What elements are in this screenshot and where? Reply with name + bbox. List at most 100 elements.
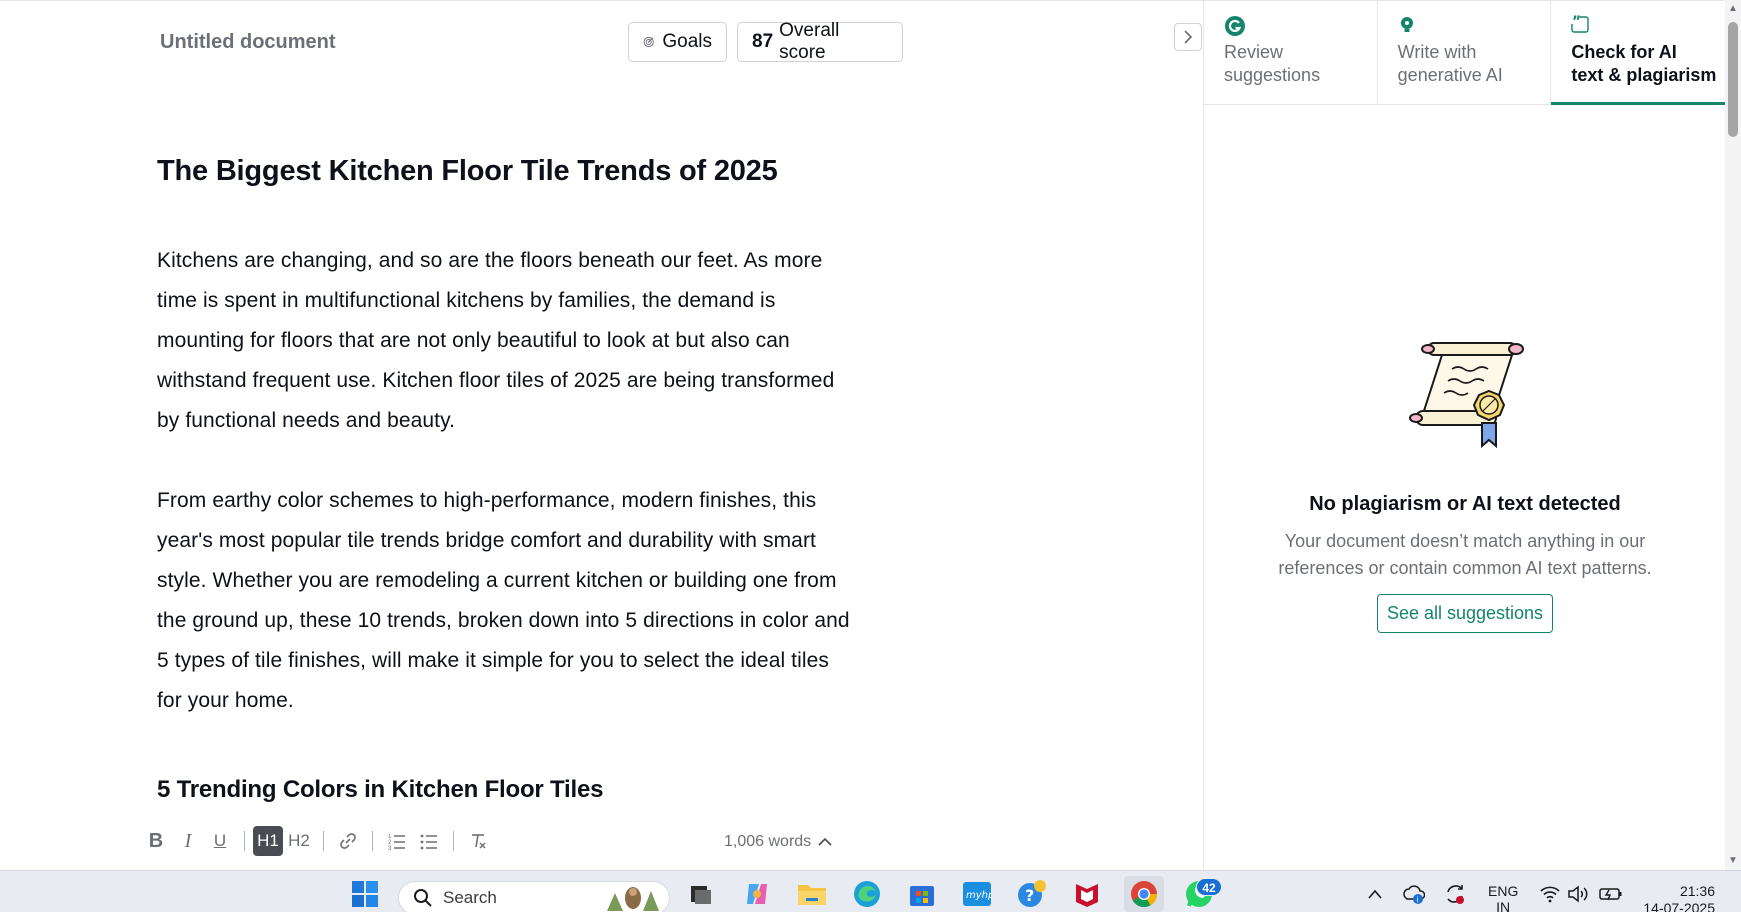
region-code: IN bbox=[1496, 899, 1511, 912]
toolbar-divider bbox=[453, 831, 454, 851]
goals-target-icon bbox=[643, 36, 654, 48]
svg-text:”: ” bbox=[1572, 15, 1581, 30]
paragraph-2: From earthy color schemes to high-perfor… bbox=[157, 481, 917, 721]
toolbar-divider bbox=[372, 831, 373, 851]
tab-label-line: generative AI bbox=[1397, 65, 1503, 85]
language-indicator[interactable]: ENG IN bbox=[1488, 883, 1518, 912]
clear-formatting-button[interactable] bbox=[462, 825, 494, 857]
myhp-icon[interactable]: myhp bbox=[962, 879, 992, 909]
chrome-browser-icon[interactable] bbox=[1124, 876, 1164, 912]
link-icon bbox=[340, 833, 356, 849]
paragraph-2-line: From earthy color schemes to high-perfor… bbox=[157, 489, 817, 512]
battery-icon[interactable] bbox=[1596, 879, 1626, 909]
result-title: No plagiarism or AI text detected bbox=[1309, 493, 1621, 515]
tab-label-line: Write with bbox=[1397, 42, 1477, 62]
tab-write-generative-ai[interactable]: Write with generative AI bbox=[1378, 1, 1552, 104]
paragraph-2-line: style. Whether you are remodeling a curr… bbox=[157, 569, 837, 592]
goals-label: Goals bbox=[662, 31, 712, 52]
windows-start-icon[interactable] bbox=[350, 879, 380, 909]
clock-date: 14-07-2025 bbox=[1643, 900, 1715, 912]
result-description: Your document doesn’t match anything in … bbox=[1204, 528, 1726, 582]
sync-icon[interactable] bbox=[1440, 879, 1470, 909]
see-all-suggestions-button[interactable]: See all suggestions bbox=[1376, 594, 1554, 633]
tab-review-suggestions[interactable]: Review suggestions bbox=[1204, 1, 1378, 104]
lightbulb-icon bbox=[1398, 15, 1551, 37]
tab-check-ai-plagiarism[interactable]: ” Check for AI text & plagiarism bbox=[1551, 1, 1725, 105]
word-count: 1,006 words bbox=[724, 833, 812, 850]
numbered-list-button[interactable]: 1 2 3 bbox=[381, 825, 413, 857]
result-description-line: references or contain common AI text pat… bbox=[1278, 558, 1652, 578]
italic-button[interactable]: I bbox=[172, 825, 204, 857]
editor-area: Untitled document Goals 87 Overall score… bbox=[0, 0, 1203, 870]
link-button[interactable] bbox=[332, 825, 364, 857]
assistant-panel: Review suggestions Write with generative… bbox=[1203, 0, 1725, 870]
plagiarism-result: No plagiarism or AI text detected Your d… bbox=[1204, 331, 1726, 633]
goals-button[interactable]: Goals bbox=[628, 22, 727, 62]
bulleted-list-button[interactable] bbox=[413, 825, 445, 857]
underline-button[interactable]: U bbox=[204, 825, 236, 857]
language-code: ENG bbox=[1488, 883, 1519, 899]
tab-label-line: suggestions bbox=[1224, 65, 1321, 85]
mcafee-icon[interactable] bbox=[1072, 879, 1102, 909]
paragraph-1-line: mounting for floors that are not only be… bbox=[157, 329, 790, 352]
copilot-icon[interactable] bbox=[742, 879, 772, 909]
score-label: Overall score bbox=[779, 20, 840, 63]
svg-text:i: i bbox=[1417, 896, 1419, 905]
heading2-button[interactable]: H2 bbox=[283, 825, 315, 857]
certificate-scroll-icon bbox=[1409, 342, 1524, 449]
svg-text:?: ? bbox=[1025, 886, 1034, 905]
paragraph-1-line: time is spent in multifunctional kitchen… bbox=[157, 289, 776, 312]
overall-score-button[interactable]: 87 Overall score bbox=[737, 20, 903, 63]
paragraph-2-line: the ground up, these 10 trends, broken d… bbox=[157, 609, 850, 632]
show-hidden-icons-chevron-icon[interactable] bbox=[1360, 879, 1390, 909]
whatsapp-notification-badge: 42 bbox=[1196, 878, 1222, 896]
bold-button[interactable]: B bbox=[140, 825, 172, 857]
quote-icon: ” bbox=[1571, 14, 1725, 37]
paragraph-1-line: withstand frequent use. Kitchen floor ti… bbox=[157, 369, 835, 392]
word-count-toggle[interactable]: 1,006 words bbox=[724, 833, 833, 851]
onedrive-status-icon[interactable]: i bbox=[1398, 879, 1428, 909]
toolbar-divider bbox=[323, 831, 324, 851]
document-heading: The Biggest Kitchen Floor Tile Trends of… bbox=[157, 155, 778, 187]
taskbar-search[interactable]: Search bbox=[398, 881, 670, 912]
windows-taskbar: Search myhp ? i ENG IN 21:36 14-07-2025 bbox=[0, 870, 1741, 912]
volume-icon[interactable] bbox=[1563, 879, 1593, 909]
paragraph-2-line: for your home. bbox=[157, 689, 294, 712]
get-help-icon[interactable]: ? bbox=[1017, 879, 1047, 909]
document-title[interactable]: Untitled document bbox=[160, 31, 336, 54]
tab-label-line: Review bbox=[1224, 42, 1284, 62]
svg-text:myhp: myhp bbox=[966, 890, 992, 901]
paragraph-2-line: 5 types of tile finishes, will make it s… bbox=[157, 649, 830, 672]
tab-label-line: Check for AI bbox=[1571, 42, 1677, 62]
panel-tabs: Review suggestions Write with generative… bbox=[1204, 1, 1725, 105]
task-view-icon[interactable] bbox=[686, 879, 716, 909]
edge-browser-icon[interactable] bbox=[852, 879, 882, 909]
microsoft-store-icon[interactable] bbox=[907, 879, 937, 909]
file-explorer-icon[interactable] bbox=[797, 879, 827, 909]
paragraph-1-line: by functional needs and beauty. bbox=[157, 409, 456, 432]
chevron-right-icon bbox=[1184, 30, 1193, 44]
scroll-down-arrow-icon[interactable]: ▼ bbox=[1728, 856, 1738, 866]
svg-text:3: 3 bbox=[388, 846, 392, 851]
scroll-up-arrow-icon[interactable]: ▲ bbox=[1728, 4, 1738, 14]
vertical-scrollbar[interactable]: ▲ ▼ bbox=[1725, 0, 1741, 870]
search-icon bbox=[414, 889, 432, 907]
document-body[interactable]: The Biggest Kitchen Floor Tile Trends of… bbox=[157, 151, 917, 807]
paragraph-2-line: year's most popular tile trends bridge c… bbox=[157, 529, 816, 552]
clear-formatting-icon bbox=[472, 834, 486, 849]
search-label: Search bbox=[443, 888, 497, 907]
result-description-line: Your document doesn’t match anything in … bbox=[1284, 531, 1646, 551]
system-clock[interactable]: 21:36 14-07-2025 bbox=[1635, 883, 1715, 912]
heading1-button[interactable]: H1 bbox=[253, 826, 283, 856]
score-value: 87 bbox=[752, 31, 774, 52]
bulleted-list-icon bbox=[420, 834, 437, 850]
scrollbar-thumb[interactable] bbox=[1728, 22, 1738, 137]
chevron-up-icon bbox=[818, 837, 832, 846]
grammarly-icon bbox=[1224, 15, 1377, 37]
document-subheading: 5 Trending Colors in Kitchen Floor Tiles bbox=[157, 776, 604, 803]
search-highlight-image-icon bbox=[607, 887, 659, 911]
tab-label-line: text & plagiarism bbox=[1571, 65, 1717, 85]
collapse-panel-button[interactable] bbox=[1174, 23, 1202, 51]
wifi-icon[interactable] bbox=[1535, 879, 1565, 909]
paragraph-1: Kitchens are changing, and so are the fl… bbox=[157, 241, 917, 441]
